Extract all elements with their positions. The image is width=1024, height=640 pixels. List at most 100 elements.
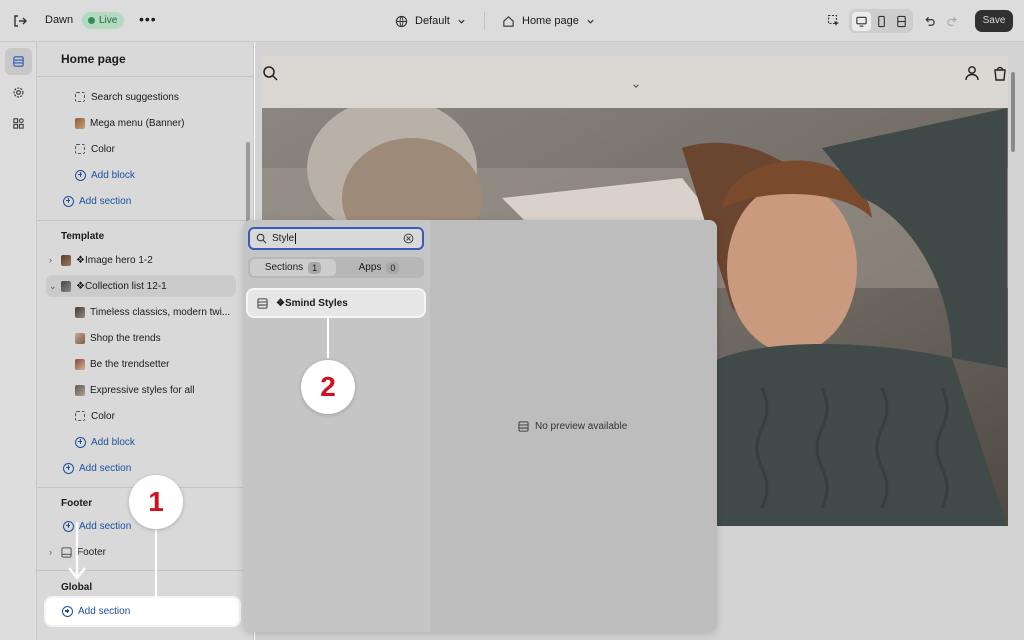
sections-icon[interactable] bbox=[5, 48, 32, 75]
popover-tabs: Sections 1 Apps 0 bbox=[248, 257, 424, 278]
page-label: Home page bbox=[522, 15, 579, 27]
tab-apps[interactable]: Apps 0 bbox=[336, 259, 422, 276]
search-value: Style bbox=[272, 233, 295, 244]
add-section-label: Add section bbox=[78, 606, 131, 617]
callout-connector bbox=[155, 530, 157, 602]
page-title: Home page bbox=[61, 52, 126, 66]
more-actions-button[interactable]: ••• bbox=[139, 11, 157, 27]
store-header bbox=[262, 56, 1008, 108]
add-section-button[interactable]: Add section bbox=[37, 457, 237, 479]
dashed-block-icon bbox=[75, 411, 85, 421]
section-label: ❖Image hero 1-2 bbox=[76, 254, 153, 266]
block-label: Color bbox=[91, 143, 115, 155]
search-icon bbox=[256, 233, 267, 244]
dashed-block-icon bbox=[75, 92, 85, 102]
home-icon bbox=[503, 15, 514, 27]
cart-icon[interactable] bbox=[992, 65, 1008, 81]
apps-icon[interactable] bbox=[5, 110, 32, 137]
down-arrow-icon bbox=[68, 522, 86, 580]
count-badge: 1 bbox=[308, 261, 322, 274]
image-thumbnail-icon bbox=[75, 384, 85, 396]
footer-heading: Footer bbox=[61, 498, 93, 509]
block-label: Shop the trends bbox=[90, 332, 161, 344]
add-block-button[interactable]: Add block bbox=[37, 431, 237, 453]
block-mega-menu[interactable]: Mega menu (Banner) bbox=[37, 112, 237, 134]
exit-icon[interactable] bbox=[12, 13, 28, 29]
divider bbox=[37, 220, 253, 221]
clear-icon[interactable] bbox=[403, 233, 414, 244]
device-switcher bbox=[849, 9, 913, 33]
block-be-trendsetter[interactable]: Be the trendsetter bbox=[37, 353, 237, 375]
block-label: Be the trendsetter bbox=[90, 358, 170, 370]
inspector-icon[interactable] bbox=[825, 12, 843, 30]
block-shop-trends[interactable]: Shop the trends bbox=[37, 327, 237, 349]
add-section-label: Add section bbox=[79, 462, 132, 474]
tab-label: Apps bbox=[358, 262, 382, 273]
add-section-label: Add section bbox=[79, 195, 132, 207]
account-icon[interactable] bbox=[964, 65, 980, 81]
redo-icon[interactable] bbox=[943, 12, 961, 30]
add-section-popover: Style Sections 1 Apps 0 ❖Smind Styles No… bbox=[243, 220, 717, 632]
add-block-label: Add block bbox=[91, 169, 135, 181]
tab-sections[interactable]: Sections 1 bbox=[250, 259, 336, 276]
undo-icon[interactable] bbox=[920, 12, 938, 30]
block-label: Color bbox=[91, 410, 115, 422]
image-thumbnail-icon bbox=[75, 332, 85, 344]
page-selector[interactable]: Home page bbox=[502, 13, 595, 29]
image-thumbnail-icon bbox=[75, 117, 85, 129]
chevron-down-icon: ⌄ bbox=[49, 280, 57, 291]
block-timeless-classics[interactable]: Timeless classics, modern twi... bbox=[37, 301, 237, 323]
search-input[interactable]: Style bbox=[248, 227, 424, 250]
popover-preview-pane: No preview available bbox=[430, 220, 717, 632]
add-block-label: Add block bbox=[91, 436, 135, 448]
block-expressive-styles[interactable]: Expressive styles for all bbox=[37, 379, 237, 401]
result-label: ❖Smind Styles bbox=[276, 297, 348, 309]
chevron-down-icon bbox=[633, 84, 639, 88]
plus-circle-icon bbox=[63, 195, 74, 207]
add-section-button[interactable]: Add section bbox=[37, 190, 237, 212]
plus-circle-icon bbox=[62, 606, 73, 617]
dashed-block-icon bbox=[75, 144, 85, 154]
callout-connector bbox=[327, 316, 329, 358]
store-name: Dawn bbox=[45, 14, 74, 26]
icon-rail bbox=[0, 42, 37, 640]
desktop-icon[interactable] bbox=[851, 11, 871, 31]
search-result-item[interactable]: ❖Smind Styles bbox=[248, 290, 424, 316]
save-button[interactable]: Save bbox=[975, 10, 1013, 32]
section-layout-icon bbox=[518, 421, 529, 432]
chevron-right-icon: › bbox=[49, 255, 52, 265]
chevron-right-icon: › bbox=[49, 547, 52, 557]
full-width-icon[interactable] bbox=[892, 12, 911, 31]
tab-label: Sections bbox=[264, 262, 304, 273]
template-heading: Template bbox=[61, 231, 105, 242]
mobile-icon[interactable] bbox=[872, 12, 891, 31]
block-search-suggestions[interactable]: Search suggestions bbox=[37, 86, 237, 108]
plus-circle-icon bbox=[63, 462, 74, 474]
block-color[interactable]: Color bbox=[37, 138, 237, 160]
divider bbox=[484, 12, 485, 30]
theme-selector[interactable]: Default bbox=[395, 13, 466, 29]
section-label: ❖Collection list 12-1 bbox=[76, 280, 167, 292]
section-collection-list[interactable]: ⌄ ❖Collection list 12-1 bbox=[46, 275, 236, 297]
block-color[interactable]: Color bbox=[37, 405, 237, 427]
live-status-badge: Live bbox=[82, 12, 125, 29]
top-bar: Dawn Live ••• Default Home page Save bbox=[0, 0, 1024, 42]
text-cursor bbox=[295, 233, 297, 244]
preview-scrollbar[interactable] bbox=[1011, 72, 1015, 152]
image-thumbnail-icon bbox=[75, 306, 85, 318]
global-add-section-button[interactable]: Add section bbox=[46, 598, 239, 625]
plus-circle-icon bbox=[75, 436, 86, 448]
add-block-button[interactable]: Add block bbox=[37, 164, 237, 186]
search-icon[interactable] bbox=[262, 65, 278, 81]
chevron-down-icon bbox=[458, 19, 465, 24]
image-thumbnail-icon bbox=[61, 280, 71, 292]
no-preview-message: No preview available bbox=[518, 421, 627, 432]
block-label: Mega menu (Banner) bbox=[90, 117, 185, 129]
step-1-callout: 1 bbox=[129, 475, 183, 529]
block-label: Expressive styles for all bbox=[90, 384, 195, 396]
settings-gear-icon[interactable] bbox=[5, 79, 32, 106]
divider bbox=[37, 76, 253, 77]
block-label: Timeless classics, modern twi... bbox=[90, 306, 231, 318]
section-image-hero[interactable]: › ❖Image hero 1-2 bbox=[37, 249, 237, 271]
count-badge: 0 bbox=[386, 261, 400, 274]
